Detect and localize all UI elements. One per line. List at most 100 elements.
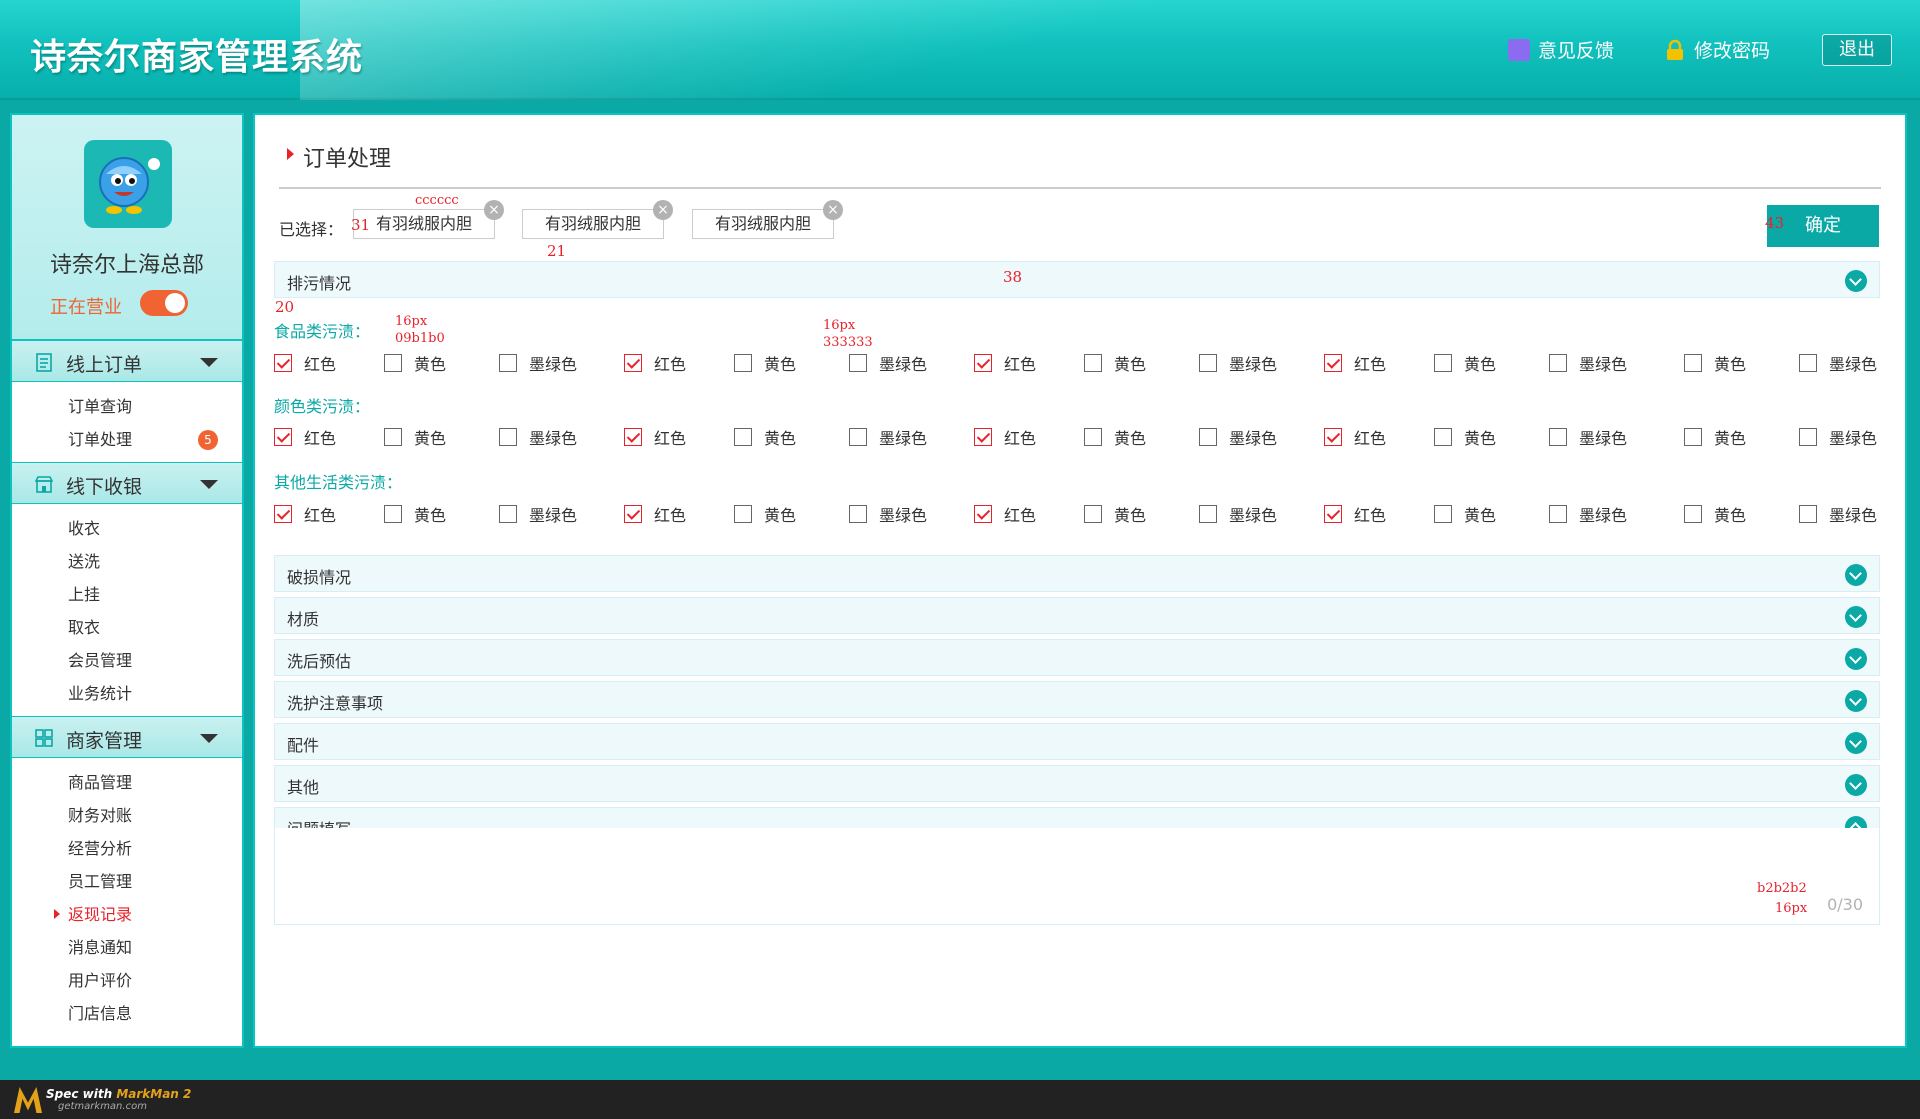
stain-option[interactable]: 墨绿色 xyxy=(1799,425,1877,449)
feedback-link[interactable]: 意见反馈 xyxy=(1508,36,1614,63)
sidebar-item-store-info[interactable]: 门店信息 xyxy=(12,997,242,1030)
checkbox[interactable] xyxy=(1434,354,1452,372)
nav-section-offline-cashier[interactable]: 线下收银 xyxy=(12,462,242,504)
stain-option[interactable]: 红色 xyxy=(274,502,336,526)
sidebar-item-receive[interactable]: 收衣 xyxy=(12,512,242,545)
checkbox[interactable] xyxy=(849,428,867,446)
checkbox[interactable] xyxy=(384,505,402,523)
change-password-link[interactable]: 修改密码 xyxy=(1664,36,1770,63)
stain-option[interactable]: 墨绿色 xyxy=(849,502,927,526)
checkbox[interactable] xyxy=(1434,428,1452,446)
checkbox[interactable] xyxy=(1434,505,1452,523)
accordion-care[interactable]: 洗护注意事项 xyxy=(274,681,1880,718)
stain-option[interactable]: 黄色 xyxy=(384,425,446,449)
stain-option[interactable]: 墨绿色 xyxy=(1799,502,1877,526)
sidebar-item-stats[interactable]: 业务统计 xyxy=(12,677,242,710)
checkbox[interactable] xyxy=(1799,428,1817,446)
close-icon[interactable]: × xyxy=(653,200,673,220)
stain-option[interactable]: 黄色 xyxy=(1684,502,1746,526)
sidebar-item-send-wash[interactable]: 送洗 xyxy=(12,545,242,578)
stain-option[interactable]: 黄色 xyxy=(1684,351,1746,375)
stain-option[interactable]: 红色 xyxy=(624,351,686,375)
stain-option[interactable]: 墨绿色 xyxy=(1799,351,1877,375)
stain-option[interactable]: 黄色 xyxy=(1434,502,1496,526)
checkbox[interactable] xyxy=(734,428,752,446)
stain-option[interactable]: 红色 xyxy=(1324,425,1386,449)
stain-option[interactable]: 黄色 xyxy=(1684,425,1746,449)
checkbox[interactable] xyxy=(1684,428,1702,446)
sidebar-item-staff[interactable]: 员工管理 xyxy=(12,865,242,898)
checkbox-checked[interactable] xyxy=(624,354,642,372)
stain-option[interactable]: 墨绿色 xyxy=(1549,425,1627,449)
sidebar-item-hang[interactable]: 上挂 xyxy=(12,578,242,611)
stain-option[interactable]: 墨绿色 xyxy=(1549,502,1627,526)
checkbox-checked[interactable] xyxy=(624,505,642,523)
checkbox-checked[interactable] xyxy=(624,428,642,446)
checkbox-checked[interactable] xyxy=(274,505,292,523)
checkbox[interactable] xyxy=(499,505,517,523)
stain-option[interactable]: 墨绿色 xyxy=(499,425,577,449)
checkbox[interactable] xyxy=(384,428,402,446)
checkbox[interactable] xyxy=(1199,428,1217,446)
checkbox-checked[interactable] xyxy=(1324,428,1342,446)
checkbox[interactable] xyxy=(734,505,752,523)
stain-option[interactable]: 黄色 xyxy=(734,351,796,375)
stain-option[interactable]: 红色 xyxy=(974,351,1036,375)
stain-option[interactable]: 黄色 xyxy=(1434,351,1496,375)
sidebar-item-order-processing[interactable]: 订单处理 5 xyxy=(12,423,242,456)
stain-option[interactable]: 红色 xyxy=(1324,351,1386,375)
sidebar-item-analysis[interactable]: 经营分析 xyxy=(12,832,242,865)
stain-option[interactable]: 墨绿色 xyxy=(499,351,577,375)
sidebar-item-products[interactable]: 商品管理 xyxy=(12,766,242,799)
stain-option[interactable]: 黄色 xyxy=(1084,425,1146,449)
checkbox[interactable] xyxy=(1084,505,1102,523)
sidebar-item-cashback[interactable]: 返现记录 xyxy=(12,898,242,931)
close-icon[interactable]: × xyxy=(484,200,504,220)
sidebar-item-pickup[interactable]: 取衣 xyxy=(12,611,242,644)
checkbox[interactable] xyxy=(1199,505,1217,523)
stain-option[interactable]: 黄色 xyxy=(734,425,796,449)
sidebar-item-finance[interactable]: 财务对账 xyxy=(12,799,242,832)
stain-option[interactable]: 黄色 xyxy=(1084,351,1146,375)
stain-option[interactable]: 墨绿色 xyxy=(849,425,927,449)
stain-option[interactable]: 红色 xyxy=(1324,502,1386,526)
checkbox-checked[interactable] xyxy=(974,428,992,446)
sidebar-item-order-query[interactable]: 订单查询 xyxy=(12,390,242,423)
stain-option[interactable]: 黄色 xyxy=(384,351,446,375)
stain-option[interactable]: 墨绿色 xyxy=(1199,351,1277,375)
close-icon[interactable]: × xyxy=(823,200,843,220)
checkbox[interactable] xyxy=(849,354,867,372)
checkbox[interactable] xyxy=(1549,354,1567,372)
checkbox-checked[interactable] xyxy=(1324,505,1342,523)
checkbox[interactable] xyxy=(1199,354,1217,372)
sidebar-item-members[interactable]: 会员管理 xyxy=(12,644,242,677)
checkbox[interactable] xyxy=(1084,428,1102,446)
checkbox[interactable] xyxy=(734,354,752,372)
accordion-other[interactable]: 其他 xyxy=(274,765,1880,802)
stain-option[interactable]: 黄色 xyxy=(734,502,796,526)
checkbox-checked[interactable] xyxy=(1324,354,1342,372)
checkbox-checked[interactable] xyxy=(274,354,292,372)
checkbox[interactable] xyxy=(849,505,867,523)
checkbox-checked[interactable] xyxy=(974,354,992,372)
stain-option[interactable]: 红色 xyxy=(274,351,336,375)
stain-option[interactable]: 墨绿色 xyxy=(1549,351,1627,375)
stain-option[interactable]: 红色 xyxy=(974,502,1036,526)
nav-section-merchant-management[interactable]: 商家管理 xyxy=(12,716,242,758)
stain-option[interactable]: 黄色 xyxy=(1084,502,1146,526)
problem-textarea[interactable]: 0/30 xyxy=(274,828,1880,925)
checkbox-checked[interactable] xyxy=(274,428,292,446)
checkbox[interactable] xyxy=(384,354,402,372)
sidebar-item-messages[interactable]: 消息通知 xyxy=(12,931,242,964)
logout-button[interactable]: 退出 xyxy=(1822,34,1892,66)
checkbox[interactable] xyxy=(1684,354,1702,372)
accordion-material[interactable]: 材质 xyxy=(274,597,1880,634)
accordion-stain[interactable]: 排污情况 xyxy=(274,261,1880,298)
checkbox[interactable] xyxy=(1549,428,1567,446)
nav-section-online-orders[interactable]: 线上订单 xyxy=(12,340,242,382)
checkbox[interactable] xyxy=(499,428,517,446)
checkbox[interactable] xyxy=(499,354,517,372)
stain-option[interactable]: 黄色 xyxy=(1434,425,1496,449)
stain-option[interactable]: 红色 xyxy=(974,425,1036,449)
checkbox[interactable] xyxy=(1684,505,1702,523)
